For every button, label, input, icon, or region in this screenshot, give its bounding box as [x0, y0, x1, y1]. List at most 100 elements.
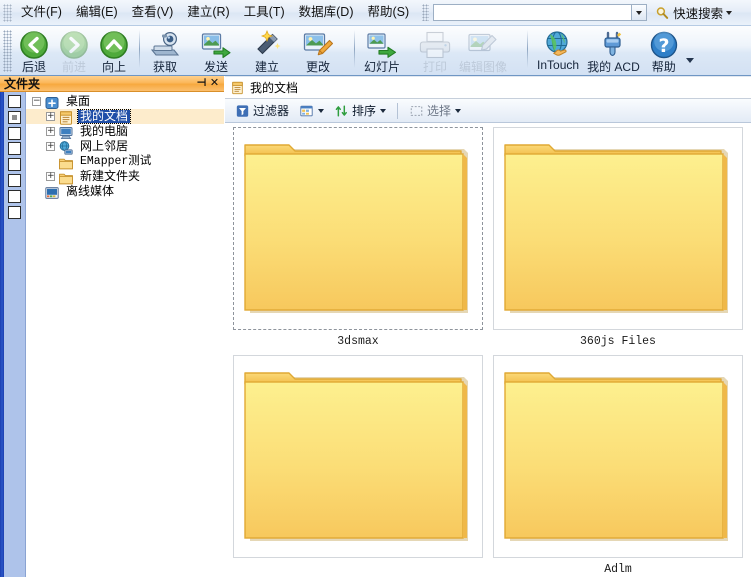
toolbar-button-8[interactable]: 幻灯片 [360, 26, 404, 75]
menu-item-1[interactable]: 文件(F) [14, 2, 69, 23]
up-arrow-icon [98, 29, 130, 59]
main-toolbar-drag-grip[interactable] [3, 30, 12, 72]
tree-item-4[interactable]: + 网上邻居 [26, 139, 224, 155]
back-arrow-icon [18, 29, 50, 59]
thumbnail-item[interactable]: 360js Files [489, 127, 747, 353]
collapse-icon[interactable]: − [32, 97, 41, 106]
expand-icon[interactable]: + [46, 112, 55, 121]
thumbnail-image[interactable] [493, 127, 743, 330]
printer-icon [419, 29, 451, 59]
menubar-drag-grip[interactable] [3, 3, 12, 22]
tree-item-label: 桌面 [66, 94, 91, 108]
slideshow-icon [366, 29, 398, 59]
plug-icon [597, 29, 629, 59]
quick-search-label: 快速搜索 [673, 7, 724, 21]
tree-item-7[interactable]: 离线媒体 [26, 184, 224, 199]
tree-checkbox[interactable] [8, 110, 21, 124]
tree-checkbox[interactable] [8, 126, 21, 140]
search-history-dropdown[interactable] [631, 4, 648, 21]
menu-item-7[interactable]: 帮助(S) [361, 2, 417, 23]
toolbar-button-4[interactable]: 获取 [145, 26, 185, 75]
toolbar-button-label: 发送 [203, 60, 228, 74]
main-toolbar: 后退 前进 向上 获取 发送 建立 更改 幻灯片 打印 编辑图像 InTouch 我的 ACD? 帮助 [0, 26, 751, 95]
menu-item-6[interactable]: 数据库(D) [292, 2, 361, 23]
toolbar-button-label: 建立 [254, 60, 279, 74]
view-mode-button[interactable] [295, 102, 328, 120]
view-mode-icon [300, 105, 313, 116]
thumbnail-image[interactable] [493, 355, 743, 558]
tree-item-6[interactable]: + 新建文件夹 [26, 169, 224, 184]
toolbar-separator [354, 30, 355, 68]
chevron-down-icon [455, 108, 462, 113]
tree-checkbox[interactable] [8, 142, 21, 156]
expand-icon[interactable]: + [46, 172, 55, 181]
tree-item-3[interactable]: + 我的电脑 [26, 124, 224, 139]
tree-item-2[interactable]: + 我的文档 [26, 109, 224, 125]
toolbar-button-11[interactable]: InTouch [533, 26, 583, 72]
globe-hand-icon [542, 29, 574, 59]
tree-item-1[interactable]: − 桌面 [26, 94, 224, 109]
tree-checkbox[interactable] [8, 205, 21, 219]
search-input[interactable] [434, 5, 632, 20]
sort-button[interactable]: 排序 [330, 100, 390, 121]
edit-image-icon [302, 29, 334, 59]
thumbnail-item[interactable]: 3dsmax [229, 127, 487, 353]
thumbnail-grid: 3dsmax 360js Files Adlm [225, 123, 751, 577]
thumbnail-image[interactable] [233, 127, 483, 330]
filter-icon [236, 104, 249, 117]
tree-checkbox[interactable] [8, 158, 21, 172]
menu-item-4[interactable]: 建立(R) [180, 2, 236, 23]
tree-checkbox[interactable] [8, 173, 21, 187]
toolbar-overflow-icon[interactable] [685, 58, 694, 63]
menu-bar: 文件(F) 编辑(E) 查看(V) 建立(R) 工具(T) 数据库(D) 帮助(S) 快速搜… [0, 0, 751, 26]
toolbar-button-13[interactable]: ? 帮助 [644, 26, 684, 75]
pin-icon[interactable]: ⊣ [195, 77, 208, 90]
folders-panel-header: 文件夹 ⊣ ✕ [0, 76, 224, 92]
chevron-down-icon [726, 10, 733, 15]
my-documents-icon [232, 81, 243, 94]
select-label: 选择 [427, 104, 452, 118]
expand-icon[interactable]: + [46, 142, 55, 151]
quick-search-button[interactable]: 快速搜索 [655, 3, 733, 22]
help-question-icon: ? [648, 29, 680, 59]
toolbar-button-2: 前进 [54, 26, 94, 75]
menu-item-3[interactable]: 查看(V) [125, 2, 181, 23]
toolbar-button-3[interactable]: 向上 [94, 26, 134, 75]
search-input-wrap[interactable] [433, 4, 632, 21]
close-icon[interactable]: ✕ [208, 77, 221, 90]
toolbar-button-5[interactable]: 发送 [196, 26, 236, 75]
tree-checkbox[interactable] [8, 189, 21, 203]
expand-icon[interactable]: + [46, 127, 55, 136]
menu-item-2[interactable]: 编辑(E) [69, 2, 125, 23]
folders-panel-body: − 桌面 + 我的文档 + 我的电脑 + 网上邻居 EMapper测试 + 新建文件夹 离线媒体 [0, 92, 224, 577]
thumbnail-item[interactable]: Adlm [489, 355, 747, 577]
chevron-down-icon [318, 108, 325, 113]
toolbar-drag-grip[interactable] [422, 4, 430, 21]
toolbar-button-9: 打印 [415, 26, 455, 75]
select-button[interactable]: 选择 [405, 100, 465, 121]
toolbar-button-1[interactable]: 后退 [14, 26, 54, 75]
my-documents-icon [58, 110, 74, 125]
toolbar-button-7[interactable]: 更改 [298, 26, 338, 75]
toolbar-button-6[interactable]: 建立 [247, 26, 287, 75]
menu-item-5[interactable]: 工具(T) [237, 2, 292, 23]
offline-media-icon [44, 185, 60, 199]
toolbar-button-label: 帮助 [651, 60, 676, 74]
address-bar[interactable]: 我的文档 [225, 76, 751, 99]
filter-button[interactable]: 过滤器 [231, 100, 293, 121]
tree-item-label: EMapper测试 [80, 155, 152, 168]
tree-item-5[interactable]: EMapper测试 [26, 154, 224, 169]
tree-checkbox[interactable] [8, 95, 21, 108]
toolbar-button-12[interactable]: 我的 ACD [583, 26, 644, 75]
toolbar-button-label: 后退 [21, 60, 46, 74]
folders-panel-title: 文件夹 [4, 76, 41, 91]
chevron-down-icon [380, 108, 387, 113]
toolbar-button-label: 向上 [101, 60, 126, 74]
thumbnail-caption: Adlm [604, 563, 632, 576]
thumbnail-image[interactable] [233, 355, 483, 558]
application-window: 文件(F) 编辑(E) 查看(V) 建立(R) 工具(T) 数据库(D) 帮助(S) 快速搜… [0, 0, 751, 577]
thumbnail-item[interactable] [229, 355, 487, 577]
tree-item-label: 网上邻居 [80, 139, 129, 153]
